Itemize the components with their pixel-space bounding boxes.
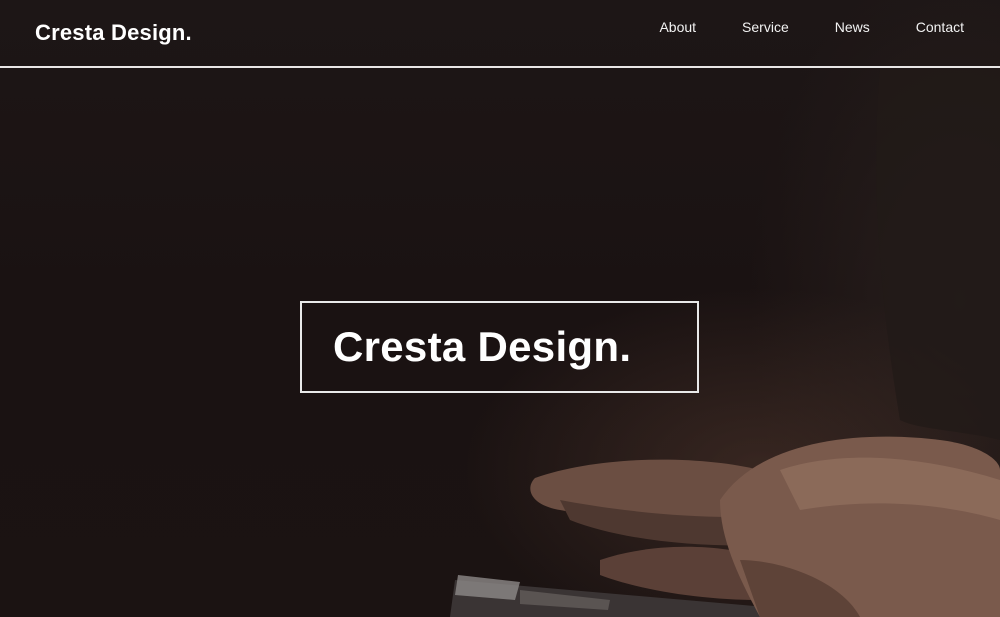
site-logo[interactable]: Cresta Design. (35, 20, 192, 46)
hero-title-box: Cresta Design. (300, 301, 699, 393)
hero-title: Cresta Design. (333, 323, 632, 370)
site-header: Cresta Design. About Service News Contac… (0, 0, 1000, 68)
page: Cresta Design. About Service News Contac… (0, 0, 1000, 617)
nav-item-service[interactable]: Service (742, 19, 789, 35)
nav-item-contact[interactable]: Contact (916, 19, 964, 35)
nav-item-about[interactable]: About (659, 19, 696, 35)
nav-item-news[interactable]: News (835, 19, 870, 35)
main-nav: About Service News Contact (613, 19, 964, 35)
